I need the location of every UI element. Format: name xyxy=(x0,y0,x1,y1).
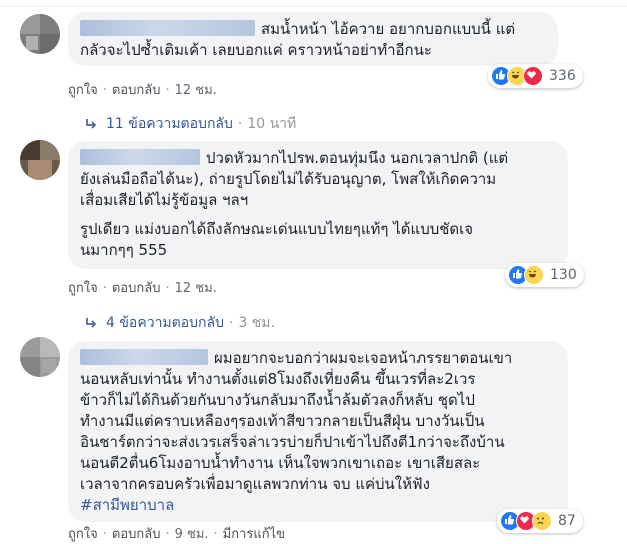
reaction-summary[interactable]: 130 xyxy=(505,263,584,287)
edited-link[interactable]: มีการแก้ไข xyxy=(223,527,285,542)
comment-line: รูปเดียว แม่งบอกได้ถึงลักษณะเด่นแบบไทยๆแ… xyxy=(80,220,474,238)
reply-arrow-icon xyxy=(86,119,97,129)
reaction-summary[interactable]: 336 xyxy=(488,64,583,88)
reply-link[interactable]: ตอบกลับ xyxy=(112,281,161,296)
comment-time[interactable]: 12 ชม. xyxy=(175,281,217,296)
love-reaction-icon xyxy=(523,66,543,86)
reaction-count: 87 xyxy=(558,513,576,529)
comment-line: นมากๆๆ 555 xyxy=(80,241,168,259)
reply-link[interactable]: ตอบกลับ xyxy=(112,527,161,542)
hashtag-link[interactable]: #สามีพยาบาล xyxy=(80,495,556,516)
like-link[interactable]: ถูกใจ xyxy=(68,281,98,296)
reply-arrow-icon xyxy=(86,318,97,328)
like-link[interactable]: ถูกใจ xyxy=(68,527,98,542)
comment-bubble: สมน้ำหน้า ไอ้ควาย อยากบอกแบบนี้ แต่ กลัว… xyxy=(68,12,558,66)
author-name-blurred[interactable] xyxy=(80,20,255,36)
author-name-blurred[interactable] xyxy=(80,149,200,165)
comment-line: สมน้ำหน้า ไอ้ควาย อยากบอกแบบนี้ แต่ xyxy=(80,19,546,40)
like-link[interactable]: ถูกใจ xyxy=(68,83,98,98)
comment-line: อินชาร์ตกว่าจะส่งเวรเสร็จล่าเวรบ่ายก็ปาเ… xyxy=(80,433,505,451)
comment-line: ทำงานมีแต่คราบเหลืองๆรองเท้าสีขาวกลายเป็… xyxy=(80,412,485,430)
comment-time[interactable]: 9 ชม. xyxy=(175,527,209,542)
comment-bubble: ปวดหัวมากไปรพ.ตอนทุ่มนึง นอกเวลาปกติ (แต… xyxy=(68,141,568,269)
view-replies-link[interactable]: 11 ข้อความตอบกลับ · 10 นาที xyxy=(84,113,296,135)
comment-line: ข้าวก็ไม่ได้กินด้วยกันบางวันกลับมาถึงน้ำ… xyxy=(80,391,475,409)
view-replies-link[interactable]: 4 ข้อความตอบกลับ · 3 ชม. xyxy=(84,312,275,334)
comment-line: เสื่อมเสียได้ไม่รู้ข้อมูล ฯลฯ xyxy=(80,191,249,209)
replies-time: 3 ชม. xyxy=(238,315,275,331)
comment-line: เวลาจากครอบครัวเพื่อมาดูแลพวกท่าน จบ แค่… xyxy=(80,475,430,493)
reaction-summary[interactable]: 87 xyxy=(497,509,583,533)
avatar-image xyxy=(20,337,60,377)
avatar-image xyxy=(20,140,60,180)
comment-actions: ถูกใจ · ตอบกลับ · 12 ชม. xyxy=(68,281,217,296)
replies-count: 11 ข้อความตอบกลับ xyxy=(106,116,233,132)
avatar[interactable] xyxy=(20,140,60,180)
avatar[interactable] xyxy=(20,337,60,377)
comment-line: ยังเล่นมือถือได้นะ), ถ่ายรูปโดยไม่ได้รับ… xyxy=(80,170,497,188)
comment-actions: ถูกใจ · ตอบกลับ · 12 ชม. xyxy=(68,83,217,98)
replies-count: 4 ข้อความตอบกลับ xyxy=(106,315,224,331)
comment-line: กลัวจะไปซ้ำเติมเค้า เลยบอกแค่ คราวหน้าอย… xyxy=(80,41,432,59)
haha-reaction-icon xyxy=(524,265,544,285)
replies-time: 10 นาที xyxy=(247,116,297,132)
comment-time[interactable]: 12 ชม. xyxy=(175,83,217,98)
comment-bubble: ผมอยากจะบอกว่าผมจะเจอหน้าภรรยาตอนเขา นอน… xyxy=(68,341,568,522)
reply-link[interactable]: ตอบกลับ xyxy=(112,83,161,98)
previous-comment-edge xyxy=(0,0,627,7)
author-name-blurred[interactable] xyxy=(80,349,208,365)
comment-line: นอนหลับเท่านั้น ทำงานตั้งแต่8โมงถึงเที่ย… xyxy=(80,370,476,388)
comment-line: ผมอยากจะบอกว่าผมจะเจอหน้าภรรยาตอนเขา xyxy=(80,348,556,369)
comment-line: ปวดหัวมากไปรพ.ตอนทุ่มนึง นอกเวลาปกติ (แต… xyxy=(80,148,556,169)
avatar-image xyxy=(20,14,60,54)
reaction-count: 336 xyxy=(549,68,576,84)
avatar[interactable] xyxy=(20,14,60,54)
comment-line: นอนตี2ตื่น6โมงอาบน้ำทำงาน เห็นใจพวกเขาเถ… xyxy=(80,454,481,472)
sad-reaction-icon xyxy=(532,511,552,531)
reaction-count: 130 xyxy=(550,267,577,283)
